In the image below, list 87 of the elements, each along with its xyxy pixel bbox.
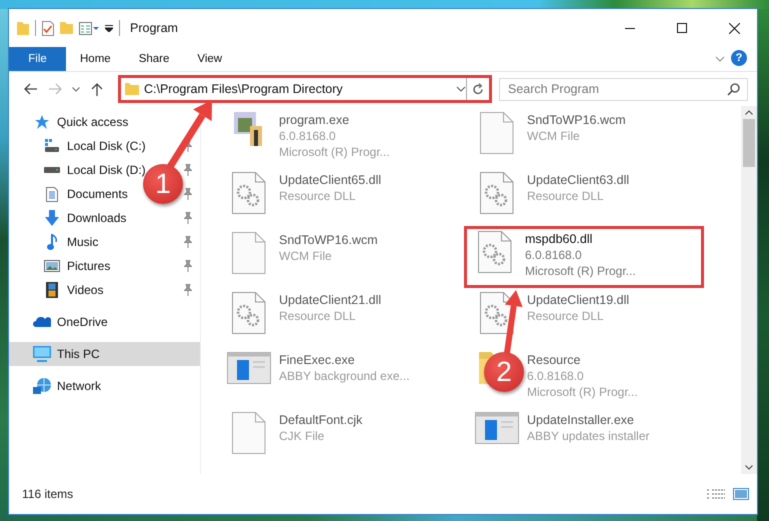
- customize-caret-icon[interactable]: [105, 24, 113, 32]
- cloud-icon: [33, 317, 51, 327]
- nav-item[interactable]: Local Disk (C:): [43, 135, 146, 157]
- expand-ribbon-icon[interactable]: [715, 56, 725, 62]
- file-name[interactable]: mspdb60.dll: [525, 232, 636, 246]
- file-name[interactable]: SndToWP16.wcm: [279, 233, 378, 247]
- picture-icon: [44, 260, 60, 272]
- gears-file-icon: [478, 231, 512, 273]
- item-count: 116 items: [22, 487, 74, 501]
- file-detail: ABBY updates installer: [527, 429, 650, 443]
- file-detail: Resource DLL: [279, 189, 357, 203]
- nav-item[interactable]: This PC: [33, 343, 100, 365]
- maximize-icon[interactable]: [677, 23, 687, 33]
- file-detail: Resource DLL: [527, 189, 605, 203]
- search-field[interactable]: Search Program: [499, 78, 748, 100]
- file-detail: CJK File: [279, 429, 326, 443]
- file-name[interactable]: DefaultFont.cjk: [279, 413, 362, 427]
- scroll-down-icon[interactable]: [745, 465, 753, 470]
- file-name[interactable]: SndToWP16.wcm: [527, 113, 626, 127]
- caret-icon[interactable]: [456, 86, 466, 92]
- file-detail: Resource DLL: [279, 309, 357, 323]
- file-name[interactable]: UpdateInstaller.exe: [527, 413, 650, 427]
- down-arrow-icon: [45, 210, 59, 226]
- nav-item[interactable]: Downloads: [43, 207, 126, 229]
- search-icon[interactable]: [727, 82, 740, 96]
- file-detail: Microsoft (R) Progr...: [527, 385, 638, 399]
- nav-item[interactable]: Videos: [43, 279, 104, 301]
- blank-file-icon: [232, 232, 266, 274]
- file-detail: WCM File: [279, 249, 333, 263]
- drive-icon: [44, 167, 60, 173]
- gears-file-icon: [480, 172, 514, 214]
- nav-item[interactable]: OneDrive: [33, 311, 108, 333]
- folder-icon: [125, 83, 139, 95]
- gears-file-icon: [232, 292, 266, 334]
- file-detail: 6.0.8168.0: [527, 369, 585, 383]
- gears-file-icon: [232, 172, 266, 214]
- file-detail: 6.0.8168.0: [279, 129, 337, 143]
- help-button[interactable]: ?: [731, 50, 747, 66]
- address-bar[interactable]: C:\Program Files\Program Directory: [118, 75, 492, 103]
- ribbon-tab[interactable]: View: [183, 47, 236, 71]
- file-name[interactable]: Resource: [527, 353, 638, 367]
- nav-item[interactable]: Music: [43, 231, 98, 253]
- file-name[interactable]: UpdateClient19.dll: [527, 293, 630, 307]
- blank-file-icon: [480, 112, 514, 154]
- close-icon[interactable]: [728, 22, 740, 34]
- scrollbar[interactable]: [741, 106, 757, 474]
- caret-icon[interactable]: [72, 86, 80, 92]
- ribbon-tab[interactable]: Share: [124, 47, 184, 71]
- file-name[interactable]: UpdateClient21.dll: [279, 293, 382, 307]
- refresh-icon[interactable]: [472, 83, 484, 95]
- window-icon: [227, 352, 271, 384]
- back-arrow-icon[interactable]: [24, 83, 38, 95]
- monitor-icon: [33, 346, 51, 362]
- properties-icon[interactable]: [42, 20, 54, 36]
- file-detail: Microsoft (R) Progr...: [279, 145, 390, 159]
- file-name[interactable]: FineExec.exe: [279, 353, 410, 367]
- up-arrow-icon[interactable]: [91, 82, 103, 96]
- nav-item[interactable]: Documents: [43, 183, 128, 205]
- application-icon: [234, 112, 264, 146]
- scrollbar-thumb[interactable]: [743, 119, 755, 167]
- nav-item[interactable]: Local Disk (D:): [43, 159, 146, 181]
- file-detail: 6.0.8168.0: [525, 248, 583, 262]
- details-view-icon[interactable]: [707, 489, 725, 499]
- large-icons-view-icon[interactable]: [733, 488, 749, 500]
- nav-item[interactable]: Quick access: [33, 111, 128, 133]
- ribbon-tab[interactable]: Home: [66, 47, 125, 71]
- file-detail: Resource DLL: [527, 309, 605, 323]
- file-detail: WCM File: [527, 129, 581, 143]
- scroll-up-icon[interactable]: [745, 110, 753, 115]
- file-detail: ABBY background exe...: [279, 369, 410, 383]
- window-title: Program: [130, 21, 178, 35]
- file-menu-tab[interactable]: File: [9, 47, 66, 71]
- nav-item[interactable]: Pictures: [43, 255, 110, 277]
- window-icon: [475, 412, 519, 444]
- drive-icon: [44, 139, 60, 153]
- star-icon: [34, 114, 50, 130]
- music-note-icon: [47, 234, 57, 250]
- file-name[interactable]: program.exe: [279, 113, 390, 127]
- view-options-icon[interactable]: [79, 22, 99, 34]
- blank-file-icon: [232, 412, 266, 454]
- film-icon: [46, 282, 58, 298]
- file-name[interactable]: UpdateClient65.dll: [279, 173, 382, 187]
- globe-icon: [33, 378, 51, 394]
- document-icon: [46, 186, 58, 202]
- file-detail: Microsoft (R) Progr...: [525, 264, 636, 278]
- file-name[interactable]: UpdateClient63.dll: [527, 173, 630, 187]
- nav-item[interactable]: Network: [33, 375, 102, 397]
